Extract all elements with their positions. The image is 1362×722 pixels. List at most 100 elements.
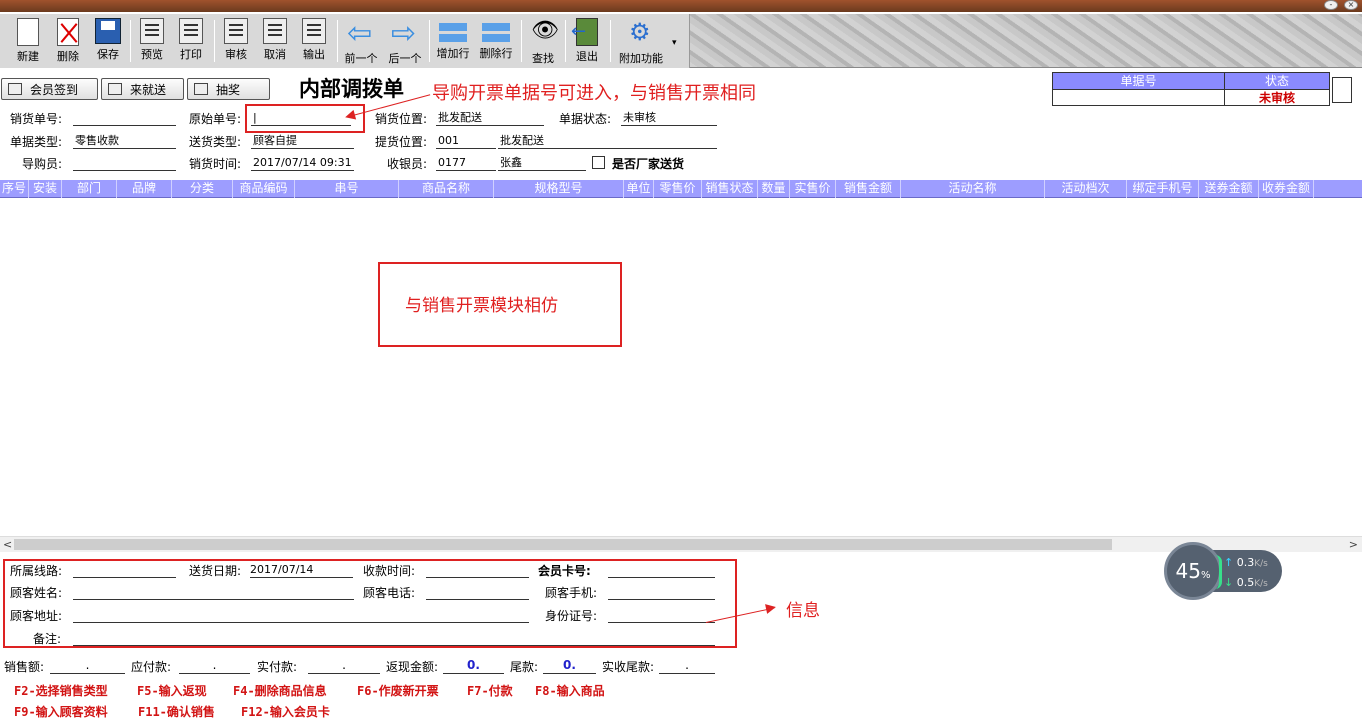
window-controls: - × [1324,0,1358,10]
audit-button[interactable]: 审核 [218,18,254,66]
grid-column-header[interactable]: 安装 [29,180,62,198]
cashier-code[interactable]: 0177 [436,156,496,171]
export-button-label: 输出 [303,48,325,61]
delete-row-icon [482,23,510,43]
grid-column-header[interactable]: 送券金额 [1199,180,1259,198]
close-button[interactable]: × [1344,0,1358,10]
grid-column-header[interactable]: 序号 [0,180,29,198]
horizontal-scrollbar[interactable]: < > [0,536,1362,552]
exit-button-label: 退出 [576,50,598,63]
export-button[interactable]: 输出 [296,18,332,66]
audit-button-label: 审核 [225,48,247,61]
print-button[interactable]: 打印 [173,18,209,66]
cpu-percent: 45 [1175,559,1201,583]
grid-column-header[interactable]: 规格型号 [494,180,624,198]
new-button[interactable]: 新建 [10,18,46,66]
export-icon [302,18,326,44]
addon-button-label: 附加功能 [619,52,663,65]
delete-row-button[interactable]: 删除行 [475,18,517,66]
new-document-icon [17,18,39,46]
grid-column-header[interactable]: 分类 [172,180,233,198]
scroll-left-arrow-icon[interactable]: < [3,537,12,552]
pickup-location-label: 提货位置: [375,135,428,149]
manufacturer-delivery-label: 是否厂家送货 [612,157,685,171]
member-checkin-button[interactable]: 会员签到 [1,78,98,100]
items-grid-body[interactable] [0,199,1362,536]
grid-column-header[interactable]: 串号 [295,180,399,198]
fkey-hint: F8-输入商品 [535,684,605,698]
add-row-icon [439,23,467,43]
tail-label: 尾款: [510,660,539,674]
grid-column-header[interactable]: 收券金额 [1259,180,1314,198]
addon-dropdown-icon[interactable]: ▾ [672,38,677,48]
download-unit: K/s [1254,579,1268,589]
upload-unit: K/s [1254,559,1268,569]
preview-button-label: 预览 [141,48,163,61]
grid-column-header[interactable]: 销售金额 [836,180,901,198]
grid-column-header[interactable]: 商品名称 [399,180,494,198]
network-speed-widget[interactable]: ↑ 0.3K/s ↓ 0.5K/s 45% [1164,542,1284,600]
sales-time-field[interactable]: 2017/07/14 09:31 [251,156,354,171]
grid-column-header[interactable]: 活动名称 [901,180,1045,198]
grid-column-header[interactable]: 零售价 [654,180,702,198]
sales-doc-no-field[interactable] [73,111,176,126]
salesperson-field[interactable] [73,156,176,171]
cancel-button[interactable]: 取消 [257,18,293,66]
pickup-location-code[interactable]: 001 [436,134,496,149]
add-row-button[interactable]: 增加行 [432,18,474,66]
doc-no-header: 单据号 [1053,73,1225,89]
grid-column-header[interactable]: 活动档次 [1045,180,1127,198]
grid-column-header[interactable]: 绑定手机号 [1127,180,1199,198]
previous-button[interactable]: 前一个 [340,16,382,66]
info-arrowhead-icon [765,602,777,614]
preview-icon [140,18,164,44]
payable-label: 应付款: [131,660,172,674]
save-button[interactable]: 保存 [90,18,126,66]
exit-button[interactable]: 退出 [569,18,605,66]
window-title-bar: - × [0,0,1362,12]
sales-location-label: 销货位置: [375,112,428,126]
toolbar-separator [130,20,131,62]
cashier-name: 张鑫 [498,156,586,171]
scrollbar-thumb[interactable] [14,539,1112,550]
lottery-button[interactable]: 抽奖 [187,78,270,100]
sales-location-field[interactable]: 批发配送 [436,111,544,126]
delivery-type-field[interactable]: 顾客自提 [251,134,354,149]
nearby-delivery-button[interactable]: 来就送 [101,78,184,100]
grid-column-header[interactable]: 品牌 [117,180,172,198]
exit-door-icon [571,18,598,46]
main-toolbar: 新建 删除 保存 预览 打印 审核 取消 输出 ⇦ 前一个 ⇨ 后一个 增加行 … [0,14,1362,68]
status-box: 单据号 状态 未审核 [1052,72,1330,106]
status-header: 状态 [1225,73,1329,89]
preview-button[interactable]: 预览 [134,18,170,66]
pickup-location-field[interactable]: 批发配送 [498,134,717,149]
minimize-button[interactable]: - [1324,0,1338,10]
previous-button-label: 前一个 [344,52,378,65]
doc-type-label: 单据类型: [10,135,63,149]
actual-tail-field: . [659,659,715,674]
toolbar-separator [610,20,611,62]
doc-no-value [1053,90,1225,106]
grid-column-header[interactable]: 销售状态 [702,180,758,198]
grid-column-header[interactable]: 商品编码 [233,180,295,198]
manufacturer-delivery-checkbox[interactable] [592,156,605,169]
delivery-type-label: 送货类型: [189,135,242,149]
grid-column-header[interactable]: 单位 [624,180,654,198]
delete-button[interactable]: 删除 [50,18,86,66]
fkey-hint: F6-作废新开票 [357,684,439,698]
find-button[interactable]: 查找 [525,18,561,66]
download-speed: 0.5 [1236,576,1255,589]
fkey-hint: F2-选择销售类型 [14,684,108,698]
grid-column-header[interactable]: 实售价 [790,180,836,198]
scroll-right-arrow-icon[interactable]: > [1349,537,1358,552]
fkey-hint: F11-确认销售 [138,705,215,719]
sales-doc-no-label: 销货单号: [10,112,63,126]
document-icon[interactable] [1332,77,1352,103]
addon-button[interactable]: 附加功能 [613,18,669,66]
next-button[interactable]: 后一个 [384,16,426,66]
top-annotation: 导购开票单据号可进入，与销售开票相同 [432,83,756,104]
fkey-hint: F12-输入会员卡 [241,705,330,719]
grid-column-header[interactable]: 数量 [758,180,790,198]
grid-column-header[interactable]: 部门 [62,180,117,198]
doc-type-field[interactable]: 零售收款 [73,134,176,149]
